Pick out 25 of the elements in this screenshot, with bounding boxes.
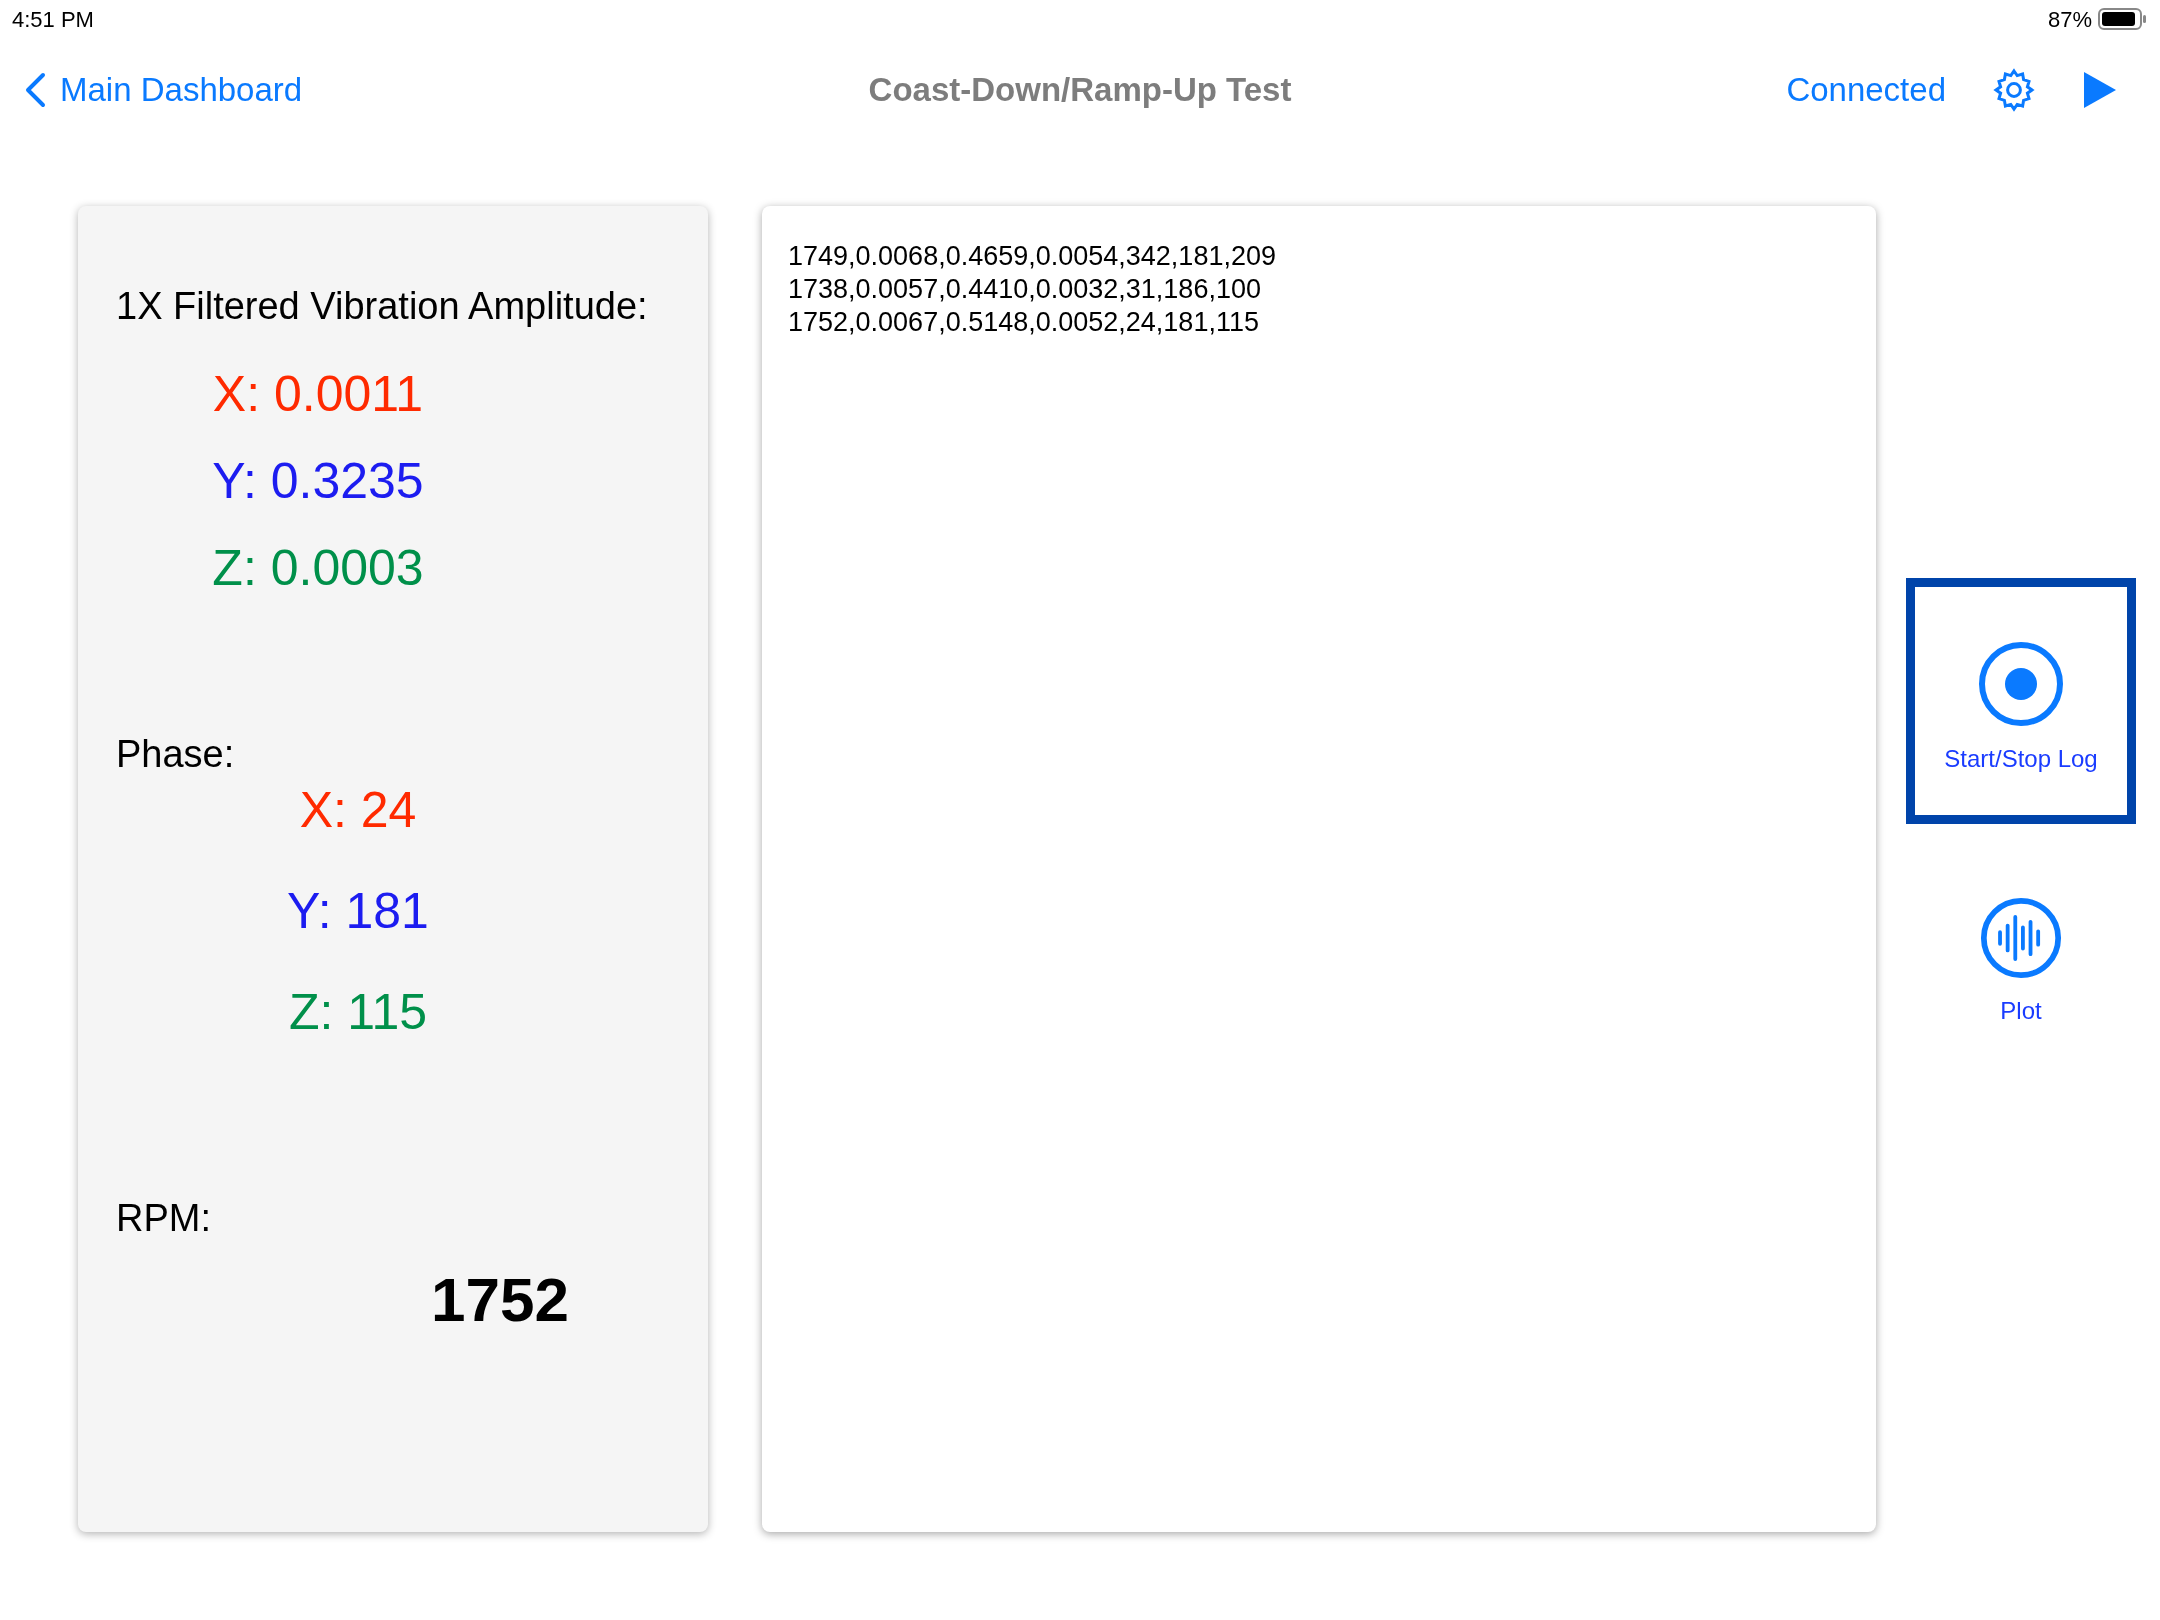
amplitude-value: Z: 0.0003 xyxy=(212,539,424,598)
rpm-heading: RPM: xyxy=(116,1196,212,1241)
phase-value: X: 24 xyxy=(299,781,417,840)
back-button[interactable]: Main Dashboard xyxy=(24,65,303,115)
log-line: 1749,0.0068,0.4659,0.0054,342,181,209 xyxy=(788,240,1277,273)
log-line: 1752,0.0067,0.5148,0.0052,24,181,115 xyxy=(788,306,1260,339)
phase-heading: Phase: xyxy=(116,732,236,777)
waveform-icon xyxy=(1978,897,2064,979)
screen-title: Coast-Down/Ramp-Up Test xyxy=(868,70,1292,111)
record-icon xyxy=(1978,641,2064,727)
battery-icon xyxy=(2098,7,2148,31)
amplitude-value: Y: 0.3235 xyxy=(212,452,424,511)
phase-value: Y: 181 xyxy=(287,882,429,941)
play-icon[interactable] xyxy=(2082,70,2118,110)
back-chevron-icon xyxy=(24,72,46,108)
log-line: 1738,0.0057,0.4410,0.0032,31,186,100 xyxy=(788,273,1262,306)
connection-button[interactable]: Connected xyxy=(1786,65,1946,115)
phase-value: Z: 115 xyxy=(288,983,427,1042)
side-action-button[interactable]: Start/Stop Log xyxy=(1906,578,2136,824)
status-time: 4:51 PM xyxy=(12,5,94,34)
battery-percentage: 87% xyxy=(2047,5,2092,34)
amplitude-value: X: 0.0011 xyxy=(212,365,424,424)
rpm-value: 1752 xyxy=(431,1264,569,1336)
side-action-button[interactable]: Plot xyxy=(1906,888,2136,1038)
amplitude-heading: 1X Filtered Vibration Amplitude: xyxy=(116,284,649,329)
